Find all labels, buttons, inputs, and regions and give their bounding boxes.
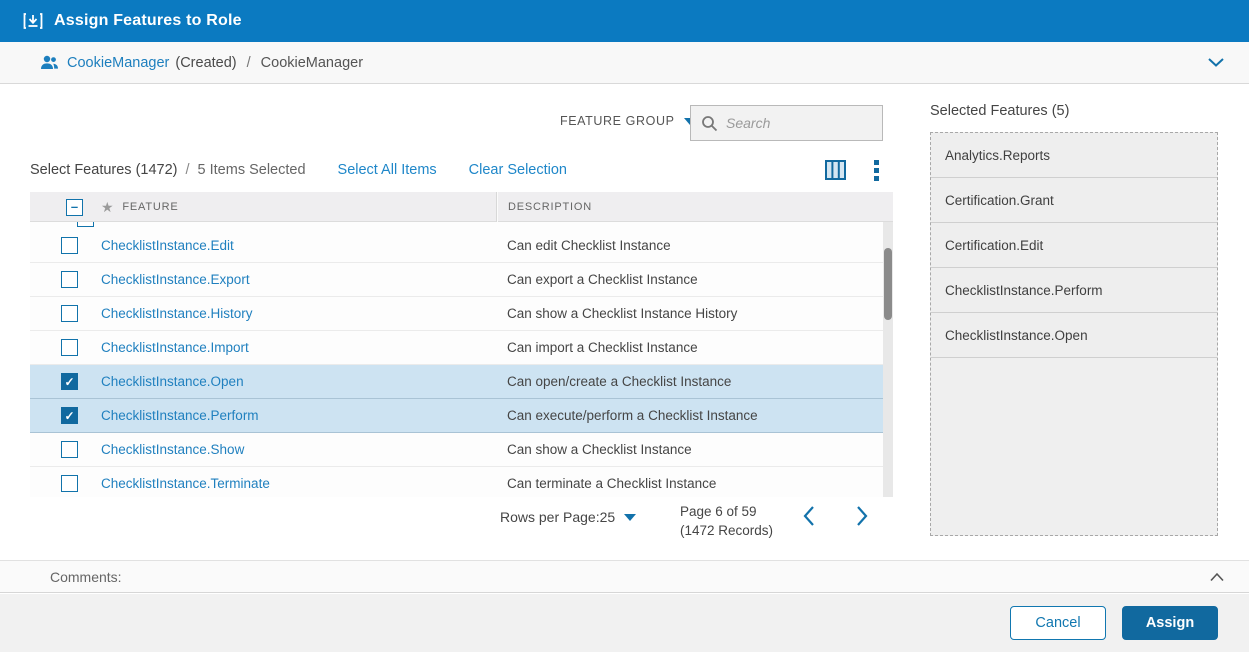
selected-features-panel: Selected Features (5) Analytics.Reports … bbox=[930, 103, 1218, 536]
column-header-description[interactable]: DESCRIPTION bbox=[497, 192, 893, 222]
breadcrumb-role-status: (Created) bbox=[175, 55, 236, 71]
selected-features-title: Selected Features (5) bbox=[930, 103, 1218, 119]
selected-feature-item[interactable]: ChecklistInstance.Open bbox=[931, 313, 1217, 358]
table-body: ChecklistInstance.Edit Can edit Checklis… bbox=[30, 222, 893, 497]
table-row[interactable]: ChecklistInstance.History Can show a Che… bbox=[30, 297, 893, 331]
scrollbar-thumb[interactable] bbox=[884, 248, 892, 320]
selected-features-list: Analytics.Reports Certification.Grant Ce… bbox=[930, 132, 1218, 536]
comments-section[interactable]: Comments: bbox=[0, 560, 1249, 593]
feature-group-dropdown[interactable]: FEATURE GROUP bbox=[560, 114, 696, 128]
row-checkbox[interactable] bbox=[61, 305, 78, 322]
previous-page-icon[interactable] bbox=[802, 505, 816, 527]
feature-description: Can export a Checklist Instance bbox=[497, 272, 893, 287]
dialog-titlebar: Assign Features to Role bbox=[0, 0, 1249, 42]
feature-description: Can show a Checklist Instance bbox=[497, 442, 893, 457]
feature-group-label: FEATURE GROUP bbox=[560, 114, 675, 128]
star-icon[interactable]: ★ bbox=[101, 199, 114, 216]
selected-feature-item[interactable]: ChecklistInstance.Perform bbox=[931, 268, 1217, 313]
breadcrumb-current: CookieManager bbox=[261, 55, 363, 71]
breadcrumb: CookieManager (Created) / CookieManager bbox=[0, 42, 1249, 84]
dialog-title: Assign Features to Role bbox=[54, 12, 242, 30]
row-checkbox[interactable]: ✓ bbox=[61, 407, 78, 424]
page-info: Page 6 of 59 (1472 Records) bbox=[680, 502, 773, 540]
search-icon bbox=[701, 115, 718, 132]
more-options-kebab-icon[interactable] bbox=[874, 160, 879, 181]
feature-link[interactable]: ChecklistInstance.Show bbox=[101, 442, 497, 457]
feature-link[interactable]: ChecklistInstance.Open bbox=[101, 374, 497, 389]
dropdown-arrow-icon bbox=[624, 514, 636, 521]
chevron-up-icon[interactable] bbox=[1209, 572, 1225, 582]
assign-button[interactable]: Assign bbox=[1122, 606, 1218, 640]
dialog-footer: Cancel Assign bbox=[0, 594, 1249, 652]
feature-description: Can terminate a Checklist Instance bbox=[497, 476, 893, 491]
row-checkbox[interactable] bbox=[61, 339, 78, 356]
table-row[interactable]: ✓ ChecklistInstance.Open Can open/create… bbox=[30, 365, 893, 399]
items-selected-count: 5 Items Selected bbox=[198, 162, 306, 178]
column-header-feature[interactable]: FEATURE bbox=[122, 201, 178, 213]
table-row[interactable]: ChecklistInstance.Show Can show a Checkl… bbox=[30, 433, 893, 467]
table-row[interactable]: ChecklistInstance.Edit Can edit Checklis… bbox=[30, 229, 893, 263]
table-scrollbar[interactable] bbox=[883, 222, 893, 497]
feature-link[interactable]: ChecklistInstance.Export bbox=[101, 272, 497, 287]
breadcrumb-role-link[interactable]: CookieManager bbox=[67, 55, 169, 71]
table-header: – ★ FEATURE DESCRIPTION bbox=[30, 192, 893, 222]
features-table: – ★ FEATURE DESCRIPTION ChecklistInstanc… bbox=[30, 192, 893, 497]
assign-features-icon bbox=[22, 10, 44, 32]
clear-selection-link[interactable]: Clear Selection bbox=[469, 162, 567, 178]
feature-link[interactable]: ChecklistInstance.Import bbox=[101, 340, 497, 355]
feature-description: Can show a Checklist Instance History bbox=[497, 306, 893, 321]
selected-feature-item[interactable]: Certification.Grant bbox=[931, 178, 1217, 223]
row-checkbox[interactable] bbox=[61, 475, 78, 492]
feature-link[interactable]: ChecklistInstance.Edit bbox=[101, 238, 497, 253]
search-box[interactable] bbox=[690, 105, 883, 141]
chevron-down-icon[interactable] bbox=[1207, 57, 1225, 68]
feature-link[interactable]: ChecklistInstance.History bbox=[101, 306, 497, 321]
table-row[interactable]: ChecklistInstance.Import Can import a Ch… bbox=[30, 331, 893, 365]
row-checkbox[interactable] bbox=[61, 441, 78, 458]
select-all-checkbox[interactable]: – bbox=[66, 199, 83, 216]
row-checkbox[interactable] bbox=[61, 271, 78, 288]
selected-feature-item[interactable]: Certification.Edit bbox=[931, 223, 1217, 268]
pagination: Rows per Page:25 Page 6 of 59 (1472 Reco… bbox=[30, 497, 893, 543]
selected-feature-item[interactable]: Analytics.Reports bbox=[931, 133, 1217, 178]
feature-description: Can open/create a Checklist Instance bbox=[497, 374, 893, 389]
column-chooser-icon[interactable] bbox=[825, 160, 846, 180]
table-row[interactable]: ChecklistInstance.Export Can export a Ch… bbox=[30, 263, 893, 297]
next-page-icon[interactable] bbox=[855, 505, 869, 527]
feature-link[interactable]: ChecklistInstance.Perform bbox=[101, 408, 497, 423]
page-number: Page 6 of 59 bbox=[680, 502, 773, 521]
feature-link[interactable]: ChecklistInstance.Terminate bbox=[101, 476, 497, 491]
selection-toolbar: Select Features (1472) / 5 Items Selecte… bbox=[30, 158, 893, 182]
clipped-row bbox=[30, 222, 893, 229]
breadcrumb-separator: / bbox=[247, 55, 251, 71]
cancel-button[interactable]: Cancel bbox=[1010, 606, 1106, 640]
comments-label: Comments: bbox=[50, 569, 122, 585]
feature-description: Can import a Checklist Instance bbox=[497, 340, 893, 355]
rows-per-page-dropdown[interactable]: Rows per Page:25 bbox=[500, 509, 636, 525]
role-group-icon bbox=[40, 55, 59, 71]
table-row[interactable]: ✓ ChecklistInstance.Perform Can execute/… bbox=[30, 399, 893, 433]
select-features-count: Select Features (1472) bbox=[30, 162, 178, 178]
select-all-items-link[interactable]: Select All Items bbox=[338, 162, 437, 178]
row-checkbox[interactable] bbox=[61, 237, 78, 254]
row-checkbox[interactable]: ✓ bbox=[61, 373, 78, 390]
search-input[interactable] bbox=[726, 115, 866, 131]
table-row[interactable]: ChecklistInstance.Terminate Can terminat… bbox=[30, 467, 893, 497]
toolbar-separator: / bbox=[186, 162, 190, 178]
rows-per-page-label: Rows per Page:25 bbox=[500, 509, 615, 525]
feature-description: Can execute/perform a Checklist Instance bbox=[497, 408, 893, 423]
feature-description: Can edit Checklist Instance bbox=[497, 238, 893, 253]
records-count: (1472 Records) bbox=[680, 521, 773, 540]
